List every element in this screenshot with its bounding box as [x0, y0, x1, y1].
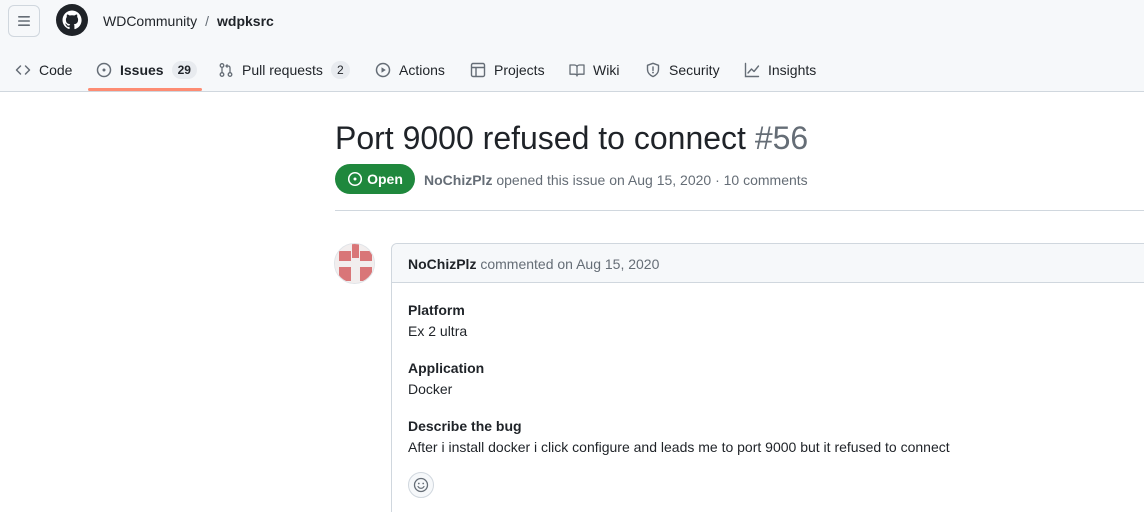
table-icon [470, 62, 486, 78]
comment-header: NoChizPlz commented on Aug 15, 2020 [392, 244, 1144, 283]
comment-header-text: NoChizPlz commented on Aug 15, 2020 [408, 255, 659, 273]
tab-issues[interactable]: Issues 29 [96, 48, 197, 92]
issue-opened-icon [96, 62, 112, 78]
menu-button[interactable] [8, 5, 40, 37]
book-icon [569, 64, 585, 77]
tab-label: Insights [768, 62, 817, 78]
shield-icon [646, 62, 660, 78]
issues-count-badge: 29 [171, 61, 197, 79]
tab-label: Issues [120, 62, 164, 78]
tab-security[interactable]: Security [645, 48, 720, 92]
tab-label: Projects [494, 62, 545, 78]
tab-projects[interactable]: Projects [470, 48, 545, 92]
pull-requests-count-badge: 2 [330, 61, 350, 79]
tab-code[interactable]: Code [15, 48, 72, 92]
play-icon [375, 62, 391, 78]
breadcrumb: WDCommunity / wdpksrc [103, 11, 274, 31]
github-logo-icon[interactable] [56, 4, 88, 36]
issue-meta: NoChizPlz opened this issue on Aug 15, 2… [424, 171, 808, 189]
repo-header: WDCommunity / wdpksrc Code Issues 29 Pul… [0, 0, 1144, 92]
field-label-application: Application [408, 360, 485, 376]
tab-actions[interactable]: Actions [375, 48, 445, 92]
selected-tab-indicator [88, 88, 202, 91]
tab-label: Pull requests [242, 62, 323, 78]
breadcrumb-repo[interactable]: wdpksrc [217, 11, 274, 31]
field-value-application: Docker [408, 381, 453, 397]
header-divider [335, 210, 1144, 211]
tab-label: Wiki [593, 62, 620, 78]
tab-pull-requests[interactable]: Pull requests 2 [218, 48, 350, 92]
issue-author-link[interactable]: NoChizPlz [424, 172, 492, 188]
code-icon [15, 65, 31, 75]
issue-comment: NoChizPlz commented on Aug 15, 2020 Plat… [391, 243, 1144, 512]
smiley-icon [413, 477, 429, 493]
tab-label: Security [669, 62, 720, 78]
issue-meta-text: opened this issue on Aug 15, 2020 · 10 c… [496, 172, 808, 188]
identicon-avatar-icon [335, 244, 374, 283]
tab-label: Actions [399, 62, 445, 78]
issue-title: Port 9000 refused to connect #56 [335, 118, 808, 158]
tab-wiki[interactable]: Wiki [569, 48, 619, 92]
breadcrumb-owner[interactable]: WDCommunity [103, 11, 197, 31]
field-value-platform: Ex 2 ultra [408, 323, 468, 339]
avatar[interactable] [334, 243, 375, 284]
issue-state-badge: Open [335, 164, 415, 194]
issue-opened-icon [348, 171, 363, 187]
add-reaction-button[interactable] [408, 472, 434, 498]
field-label-platform: Platform [408, 302, 465, 318]
breadcrumb-separator: / [205, 13, 210, 29]
issue-number: #56 [754, 120, 809, 156]
issue-state-label: Open [367, 171, 403, 187]
hamburger-icon [18, 16, 30, 26]
comment-author-link[interactable]: NoChizPlz [408, 256, 476, 272]
comment-timestamp[interactable]: commented on Aug 15, 2020 [480, 256, 659, 272]
graph-icon [744, 62, 760, 78]
tab-label: Code [39, 62, 73, 78]
field-label-describe-bug: Describe the bug [408, 418, 522, 434]
issue-title-text: Port 9000 refused to connect [335, 120, 746, 156]
git-pull-request-icon [219, 63, 233, 77]
field-value-describe-bug: After i install docker i click configure… [408, 439, 950, 455]
tab-insights[interactable]: Insights [744, 48, 816, 92]
